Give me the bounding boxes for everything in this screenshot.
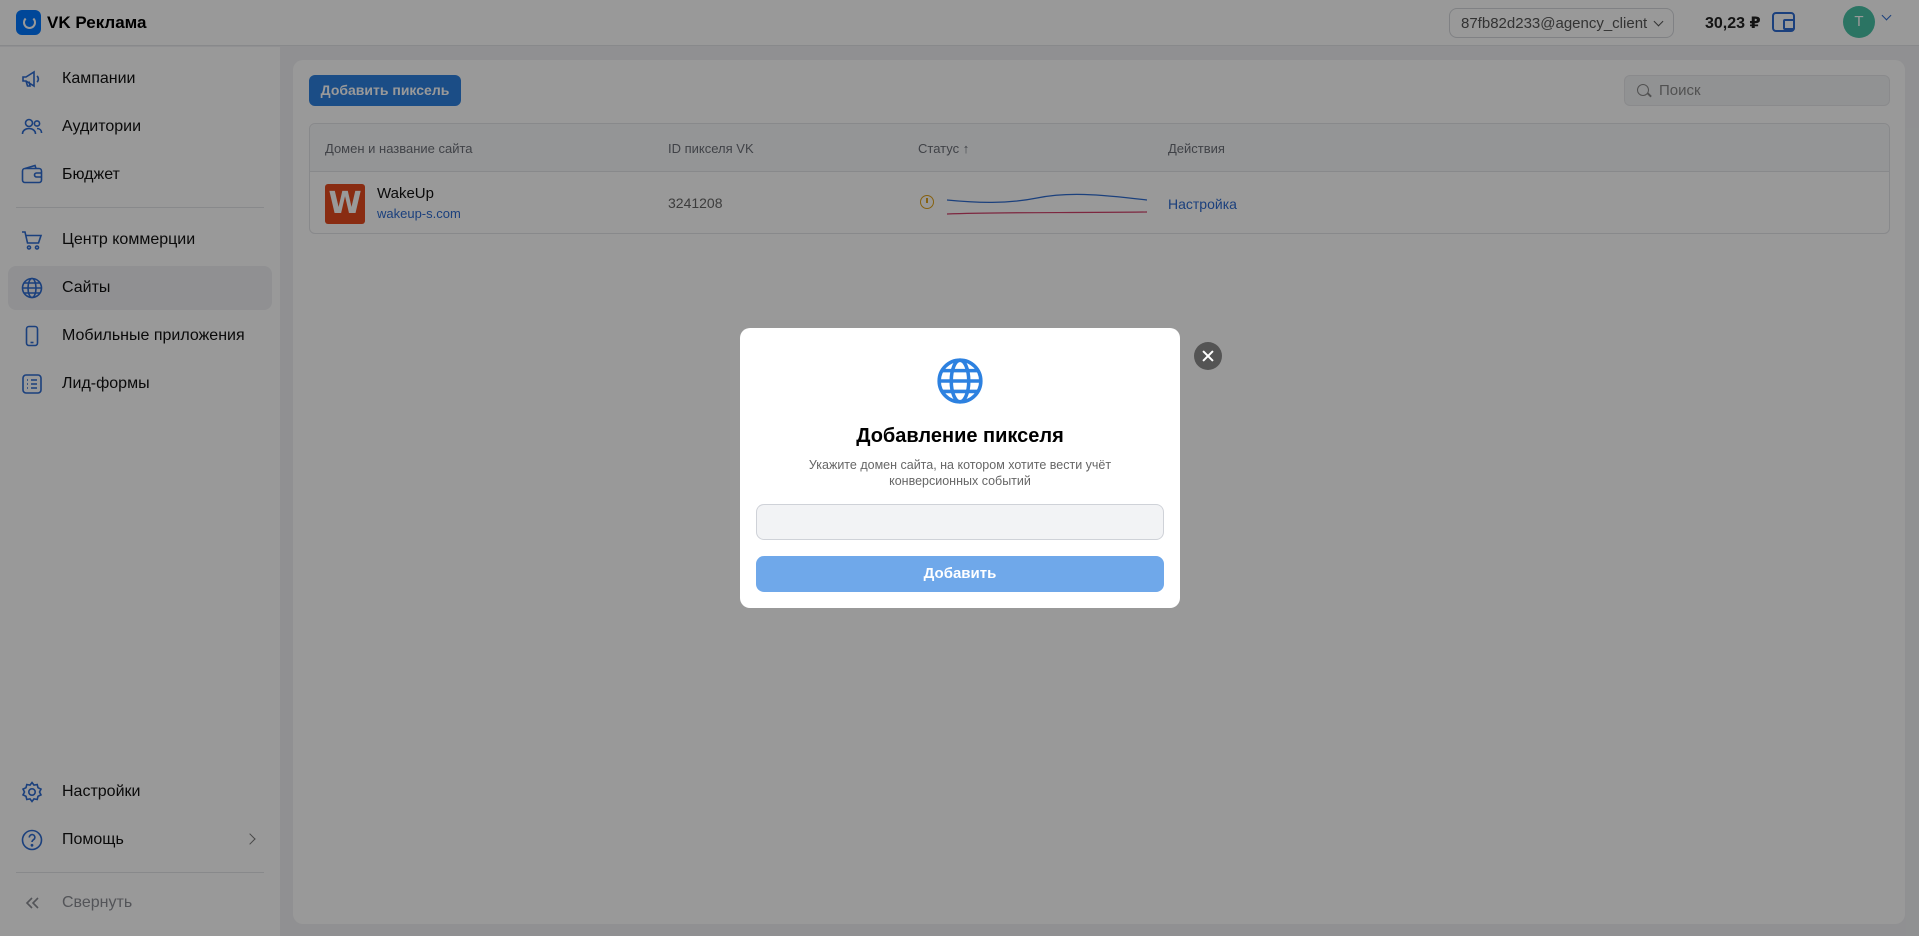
add-pixel-modal: Добавление пикселя Укажите домен сайта, … [740, 328, 1180, 608]
domain-input[interactable] [756, 504, 1164, 540]
close-icon[interactable] [1194, 342, 1222, 370]
globe-icon [935, 356, 985, 406]
modal-subtitle: Укажите домен сайта, на котором хотите в… [808, 458, 1112, 488]
modal-title: Добавление пикселя [856, 425, 1064, 447]
add-button[interactable]: Добавить [756, 556, 1164, 592]
